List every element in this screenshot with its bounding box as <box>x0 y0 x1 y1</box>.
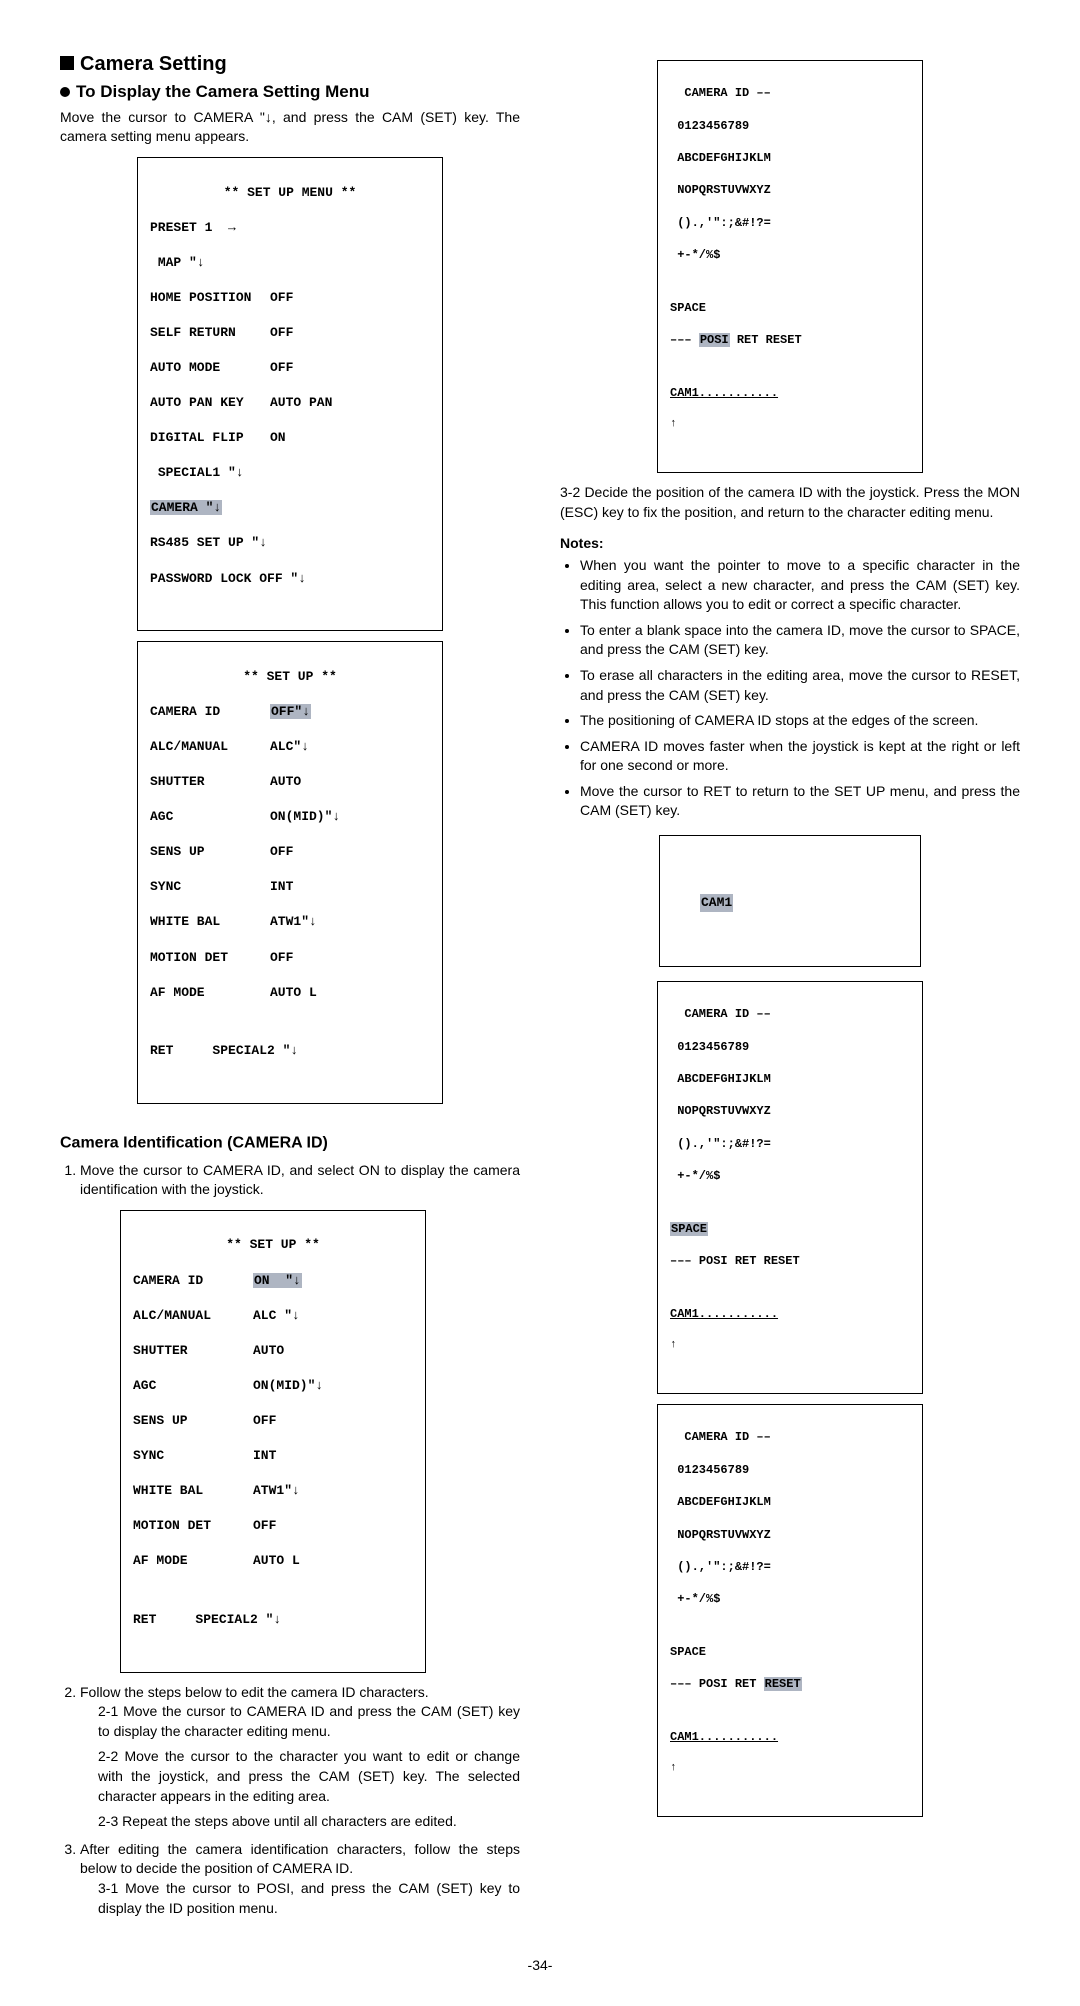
menu1-title: ** SET UP MENU ** <box>150 184 430 202</box>
menu3-row: CAMERA IDON "↓ <box>133 1272 413 1290</box>
setup-box-off: ** SET UP ** CAMERA IDOFF"↓ ALC/MANUALAL… <box>137 641 443 1104</box>
right-column: CAMERA ID –– 0123456789 ABCDEFGHIJKLM NO… <box>560 50 1020 1926</box>
menu2-row: WHITE BALATW1"↓ <box>150 913 430 931</box>
menu3-row: SYNCINT <box>133 1447 413 1465</box>
char-edit-box-reset: CAMERA ID –– 0123456789 ABCDEFGHIJKLM NO… <box>657 1404 923 1817</box>
note-item: When you want the pointer to move to a s… <box>580 556 1020 615</box>
steps-list-2: Follow the steps below to edit the camer… <box>60 1683 520 1919</box>
note-item: CAMERA ID moves faster when the joystick… <box>580 737 1020 776</box>
menu1-row: AUTO PAN KEYAUTO PAN <box>150 394 430 412</box>
step-2-3: 2-3 Repeat the steps above until all cha… <box>98 1812 520 1832</box>
up-arrow-icon: ↑ <box>670 1761 910 1776</box>
menu2-row: SENS UPOFF <box>150 843 430 861</box>
note-item: To erase all characters in the editing a… <box>580 666 1020 705</box>
notes-list: When you want the pointer to move to a s… <box>560 556 1020 821</box>
menu3-row: SENS UPOFF <box>133 1412 413 1430</box>
notes-heading: Notes: <box>560 534 1020 554</box>
menu2-row: ALC/MANUALALC"↓ <box>150 738 430 756</box>
menu2-row: SHUTTERAUTO <box>150 773 430 791</box>
section-title: Camera Setting <box>60 50 520 78</box>
menu2-row: SYNCINT <box>150 878 430 896</box>
step-3: After editing the camera identification … <box>80 1840 520 1918</box>
menu2-title: ** SET UP ** <box>150 668 430 686</box>
menu2-footer: RET SPECIAL2 "↓ <box>150 1042 430 1060</box>
up-arrow-icon: ↑ <box>670 417 910 432</box>
left-column: Camera Setting To Display the Camera Set… <box>60 50 520 1926</box>
setup-menu-box: ** SET UP MENU ** PRESET 1 → MAP "↓ HOME… <box>137 157 443 631</box>
section-title-text: Camera Setting <box>80 53 227 75</box>
menu3-row: WHITE BALATW1"↓ <box>133 1482 413 1500</box>
setup-box-on: ** SET UP ** CAMERA IDON "↓ ALC/MANUALAL… <box>120 1210 426 1673</box>
camid-heading: Camera Identification (CAMERA ID) <box>60 1132 520 1155</box>
subsection-title-text: To Display the Camera Setting Menu <box>76 82 369 101</box>
preview-camid: CAM1 <box>700 894 733 912</box>
note-item: The positioning of CAMERA ID stops at th… <box>580 711 1020 731</box>
menu3-row: AF MODEAUTO L <box>133 1552 413 1570</box>
menu3-row: AGCON(MID)"↓ <box>133 1377 413 1395</box>
menu3-footer: RET SPECIAL2 "↓ <box>133 1611 413 1629</box>
menu1-row: SELF RETURNOFF <box>150 324 430 342</box>
menu1-row: DIGITAL FLIPON <box>150 429 430 447</box>
step-2-1: 2-1 Move the cursor to CAMERA ID and pre… <box>98 1702 520 1741</box>
note-item: Move the cursor to RET to return to the … <box>580 782 1020 821</box>
id-position-preview: CAM1 <box>659 835 921 967</box>
menu1-preset: PRESET 1 → <box>150 219 430 237</box>
menu1-special: SPECIAL1 "↓ <box>150 464 430 482</box>
step-1: Move the cursor to CAMERA ID, and select… <box>80 1161 520 1200</box>
subsection-title: To Display the Camera Setting Menu <box>60 80 520 104</box>
char-edit-box-posi: CAMERA ID –– 0123456789 ABCDEFGHIJKLM NO… <box>657 60 923 473</box>
step-3-1: 3-1 Move the cursor to POSI, and press t… <box>98 1879 520 1918</box>
step-2: Follow the steps below to edit the camer… <box>80 1683 520 1832</box>
char-edit-box-space: CAMERA ID –– 0123456789 ABCDEFGHIJKLM NO… <box>657 981 923 1394</box>
up-arrow-icon: ↑ <box>670 1338 910 1353</box>
note-item: To enter a blank space into the camera I… <box>580 621 1020 660</box>
steps-list: Move the cursor to CAMERA ID, and select… <box>60 1161 520 1200</box>
menu1-row: HOME POSITIONOFF <box>150 289 430 307</box>
menu2-row: AGCON(MID)"↓ <box>150 808 430 826</box>
menu1-rs485: RS485 SET UP "↓ <box>150 534 430 552</box>
menu2-row: CAMERA IDOFF"↓ <box>150 703 430 721</box>
menu3-row: ALC/MANUALALC "↓ <box>133 1307 413 1325</box>
menu2-row: AF MODEAUTO L <box>150 984 430 1002</box>
menu3-row: SHUTTERAUTO <box>133 1342 413 1360</box>
step-2-2: 2-2 Move the cursor to the character you… <box>98 1747 520 1806</box>
menu3-title: ** SET UP ** <box>133 1236 413 1254</box>
menu1-row: AUTO MODEOFF <box>150 359 430 377</box>
menu1-camera: CAMERA "↓ <box>150 499 430 517</box>
menu2-row: MOTION DETOFF <box>150 949 430 967</box>
menu1-pwd: PASSWORD LOCK OFF "↓ <box>150 570 430 588</box>
menu1-map: MAP "↓ <box>150 254 430 272</box>
intro-text: Move the cursor to CAMERA "↓, and press … <box>60 108 520 147</box>
page-number: -34- <box>60 1956 1020 1976</box>
step-3-2: 3-2 Decide the position of the camera ID… <box>560 483 1020 522</box>
charedit-title: CAMERA ID –– <box>670 85 910 101</box>
